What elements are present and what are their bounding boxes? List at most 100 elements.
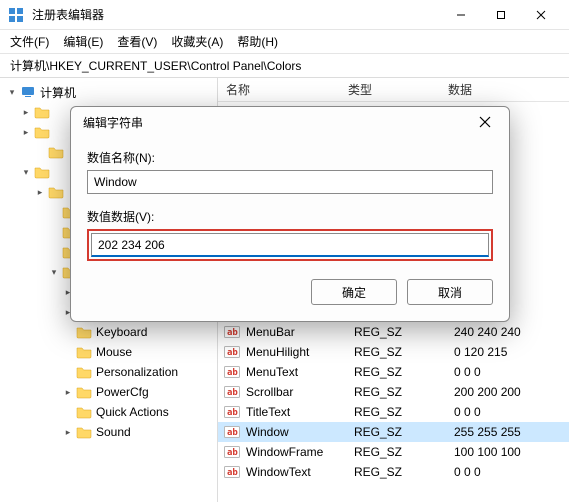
table-row[interactable]: abWindowREG_SZ255 255 255 <box>218 422 569 442</box>
tree-item[interactable]: Personalization <box>0 362 217 382</box>
cell-type: REG_SZ <box>354 405 454 419</box>
svg-text:ab: ab <box>227 388 238 398</box>
dialog-buttons: 确定 取消 <box>87 279 493 305</box>
maximize-button[interactable] <box>481 1 521 29</box>
close-icon <box>479 116 491 128</box>
chevron-right-icon[interactable]: ▸ <box>34 187 46 198</box>
cell-type: REG_SZ <box>354 385 454 399</box>
tree-item[interactable]: ▸ Sound <box>0 422 217 442</box>
svg-text:ab: ab <box>227 408 238 418</box>
tree-item-label: PowerCfg <box>96 385 149 399</box>
string-value-icon: ab <box>224 404 240 420</box>
cell-name: TitleText <box>246 405 354 419</box>
cell-name: WindowText <box>246 465 354 479</box>
list-header: 名称 类型 数据 <box>218 78 569 102</box>
string-value-icon: ab <box>224 324 240 340</box>
table-row[interactable]: ab MenuBarREG_SZ240 240 240 <box>218 322 569 342</box>
col-name[interactable]: 名称 <box>218 81 348 98</box>
chevron-right-icon[interactable]: ▸ <box>62 427 74 438</box>
dialog-body: 数值名称(N): 数值数据(V): 确定 取消 <box>71 137 509 321</box>
address-bar[interactable]: 计算机\HKEY_CURRENT_USER\Control Panel\Colo… <box>0 54 569 78</box>
tree-root[interactable]: ▾ 计算机 <box>0 82 217 102</box>
ok-button[interactable]: 确定 <box>311 279 397 305</box>
dialog-titlebar: 编辑字符串 <box>71 107 509 137</box>
edit-string-dialog: 编辑字符串 数值名称(N): 数值数据(V): 确定 取消 <box>70 106 510 322</box>
svg-text:ab: ab <box>227 428 238 438</box>
table-row[interactable]: abWindowTextREG_SZ0 0 0 <box>218 462 569 482</box>
folder-icon <box>34 105 50 119</box>
tree-item-label: Quick Actions <box>96 405 169 419</box>
string-value-icon: ab <box>224 344 240 360</box>
tree-item-label: Sound <box>96 425 131 439</box>
svg-text:ab: ab <box>227 468 238 478</box>
menubar: 文件(F) 编辑(E) 查看(V) 收藏夹(A) 帮助(H) <box>0 30 569 54</box>
cell-name: Scrollbar <box>246 385 354 399</box>
tree-item[interactable]: ▸ PowerCfg <box>0 382 217 402</box>
address-text: 计算机\HKEY_CURRENT_USER\Control Panel\Colo… <box>10 57 301 74</box>
col-data[interactable]: 数据 <box>448 81 569 98</box>
cell-name: WindowFrame <box>246 445 354 459</box>
folder-icon <box>76 385 92 399</box>
table-row[interactable]: ab ScrollbarREG_SZ200 200 200 <box>218 382 569 402</box>
folder-icon <box>34 165 50 179</box>
chevron-down-icon[interactable]: ▾ <box>20 167 32 178</box>
window-buttons <box>441 1 561 29</box>
menu-view[interactable]: 查看(V) <box>117 33 157 50</box>
value-name-label: 数值名称(N): <box>87 149 493 166</box>
chevron-right-icon[interactable]: ▸ <box>20 127 32 138</box>
folder-icon <box>76 365 92 379</box>
folder-icon <box>34 125 50 139</box>
chevron-down-icon[interactable]: ▾ <box>6 87 18 98</box>
table-row[interactable]: ab TitleTextREG_SZ0 0 0 <box>218 402 569 422</box>
window-title: 注册表编辑器 <box>32 6 441 23</box>
folder-icon <box>48 145 64 159</box>
tree-item-label: Mouse <box>96 345 132 359</box>
chevron-right-icon[interactable]: ▸ <box>62 387 74 398</box>
svg-text:ab: ab <box>227 348 238 358</box>
computer-icon <box>20 85 36 99</box>
cell-data: 240 240 240 <box>454 325 569 339</box>
chevron-down-icon[interactable]: ▾ <box>48 267 60 278</box>
cell-data: 0 0 0 <box>454 405 569 419</box>
table-row[interactable]: ab WindowFrameREG_SZ100 100 100 <box>218 442 569 462</box>
cell-type: REG_SZ <box>354 345 454 359</box>
cancel-button[interactable]: 取消 <box>407 279 493 305</box>
cell-name: MenuBar <box>246 325 354 339</box>
cell-type: REG_SZ <box>354 445 454 459</box>
string-value-icon: ab <box>224 464 240 480</box>
string-value-icon: ab <box>224 444 240 460</box>
cell-data: 200 200 200 <box>454 385 569 399</box>
table-row[interactable]: ab MenuTextREG_SZ0 0 0 <box>218 362 569 382</box>
tree-item[interactable]: Keyboard <box>0 322 217 342</box>
cell-type: REG_SZ <box>354 425 454 439</box>
svg-text:ab: ab <box>227 368 238 378</box>
minimize-button[interactable] <box>441 1 481 29</box>
tree-item[interactable]: Quick Actions <box>0 402 217 422</box>
titlebar: 注册表编辑器 <box>0 0 569 30</box>
dialog-title: 编辑字符串 <box>83 114 473 131</box>
tree-root-label: 计算机 <box>40 84 76 101</box>
cell-name: MenuHilight <box>246 345 354 359</box>
cell-name: MenuText <box>246 365 354 379</box>
menu-edit[interactable]: 编辑(E) <box>63 33 103 50</box>
table-row[interactable]: abMenuHilightREG_SZ0 120 215 <box>218 342 569 362</box>
dialog-close-button[interactable] <box>473 110 497 134</box>
col-type[interactable]: 类型 <box>348 81 448 98</box>
value-data-field[interactable] <box>91 233 489 257</box>
cell-type: REG_SZ <box>354 325 454 339</box>
close-button[interactable] <box>521 1 561 29</box>
cell-data: 0 0 0 <box>454 365 569 379</box>
tree-item[interactable]: Mouse <box>0 342 217 362</box>
string-value-icon: ab <box>224 424 240 440</box>
cell-data: 100 100 100 <box>454 445 569 459</box>
menu-help[interactable]: 帮助(H) <box>237 33 278 50</box>
app-icon <box>8 7 24 23</box>
cell-type: REG_SZ <box>354 365 454 379</box>
folder-icon <box>48 185 64 199</box>
cell-type: REG_SZ <box>354 465 454 479</box>
value-name-field[interactable] <box>87 170 493 194</box>
chevron-right-icon[interactable]: ▸ <box>20 107 32 118</box>
folder-icon <box>76 405 92 419</box>
menu-file[interactable]: 文件(F) <box>10 33 49 50</box>
menu-favorites[interactable]: 收藏夹(A) <box>171 33 223 50</box>
